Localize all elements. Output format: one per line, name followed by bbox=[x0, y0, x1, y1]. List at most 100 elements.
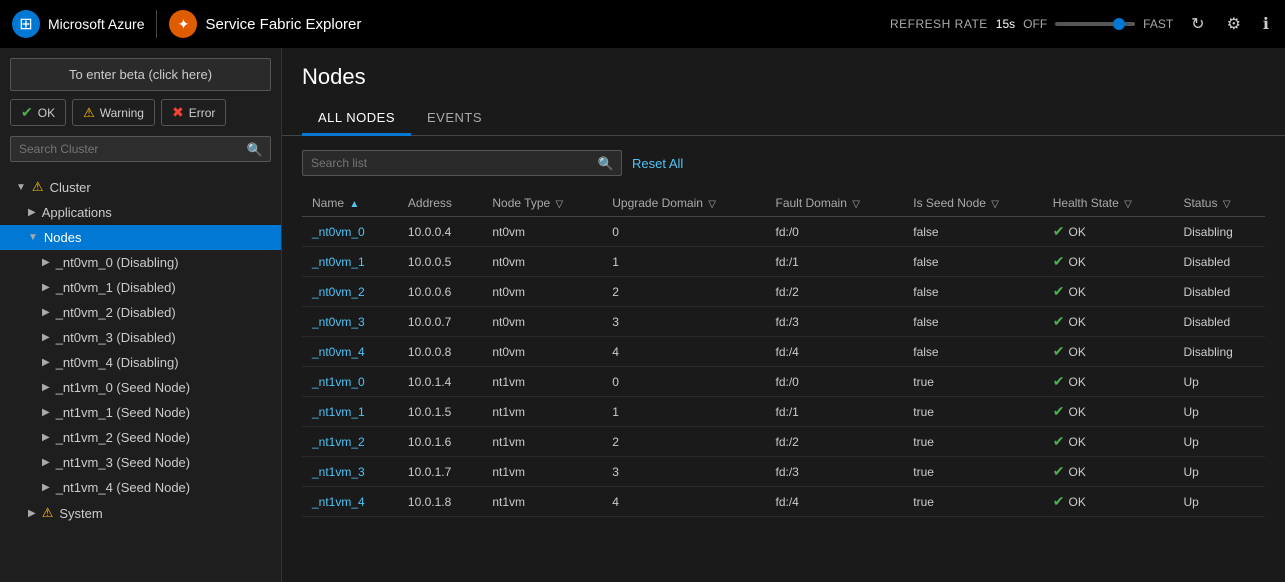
table-row: _nt0vm_2 10.0.0.6 nt0vm 2 fd:/2 false ✔O… bbox=[302, 277, 1265, 307]
sidebar-item-nt1vm3[interactable]: ▶ _nt1vm_3 (Seed Node) bbox=[0, 450, 281, 475]
cell-node-type: nt0vm bbox=[482, 307, 602, 337]
tab-events[interactable]: EVENTS bbox=[411, 102, 498, 136]
col-name[interactable]: Name ▲ bbox=[302, 190, 398, 217]
cell-name[interactable]: _nt0vm_3 bbox=[302, 307, 398, 337]
cell-node-type: nt0vm bbox=[482, 337, 602, 367]
cell-is-seed-node: true bbox=[903, 397, 1043, 427]
cell-name[interactable]: _nt1vm_0 bbox=[302, 367, 398, 397]
warning-icon: ⚠ bbox=[83, 105, 95, 121]
chevron-right-icon: ▶ bbox=[42, 382, 50, 393]
list-search-icon: 🔍 bbox=[598, 156, 614, 172]
col-health-state[interactable]: Health State ▽ bbox=[1043, 190, 1174, 217]
col-status[interactable]: Status ▽ bbox=[1173, 190, 1265, 217]
sidebar-item-system[interactable]: ▶ ⚠ System bbox=[0, 500, 281, 526]
col-fault-domain[interactable]: Fault Domain ▽ bbox=[766, 190, 904, 217]
chevron-right-icon: ▶ bbox=[42, 457, 50, 468]
col-is-seed-node[interactable]: Is Seed Node ▽ bbox=[903, 190, 1043, 217]
error-icon: ✖ bbox=[172, 104, 184, 121]
error-label: Error bbox=[189, 106, 216, 120]
cell-upgrade-domain: 0 bbox=[602, 367, 765, 397]
cell-status: Disabling bbox=[1173, 217, 1265, 247]
refresh-fast-label: FAST bbox=[1143, 17, 1173, 31]
gear-icon[interactable]: ⚙ bbox=[1223, 10, 1245, 38]
cell-name[interactable]: _nt1vm_4 bbox=[302, 487, 398, 517]
refresh-slider[interactable] bbox=[1055, 22, 1135, 26]
cell-health-state: ✔OK bbox=[1043, 367, 1174, 397]
search-input[interactable] bbox=[10, 136, 271, 162]
sidebar-item-nt0vm2[interactable]: ▶ _nt0vm_2 (Disabled) bbox=[0, 300, 281, 325]
sidebar-item-nt0vm0[interactable]: ▶ _nt0vm_0 (Disabling) bbox=[0, 250, 281, 275]
filter-icon: ▽ bbox=[1124, 199, 1132, 210]
table-body: _nt0vm_0 10.0.0.4 nt0vm 0 fd:/0 false ✔O… bbox=[302, 217, 1265, 517]
cell-name[interactable]: _nt0vm_0 bbox=[302, 217, 398, 247]
nt1vm0-label: _nt1vm_0 (Seed Node) bbox=[56, 380, 190, 395]
cell-name[interactable]: _nt0vm_1 bbox=[302, 247, 398, 277]
cell-name[interactable]: _nt1vm_3 bbox=[302, 457, 398, 487]
beta-banner[interactable]: To enter beta (click here) bbox=[10, 58, 271, 91]
chevron-down-icon: ▼ bbox=[28, 232, 38, 243]
cell-is-seed-node: false bbox=[903, 247, 1043, 277]
sidebar-item-nt0vm3[interactable]: ▶ _nt0vm_3 (Disabled) bbox=[0, 325, 281, 350]
chevron-down-icon: ▼ bbox=[16, 182, 26, 193]
cell-health-state: ✔OK bbox=[1043, 277, 1174, 307]
cell-name[interactable]: _nt0vm_2 bbox=[302, 277, 398, 307]
tab-all-nodes[interactable]: ALL NODES bbox=[302, 102, 411, 136]
cell-fault-domain: fd:/0 bbox=[766, 217, 904, 247]
cell-health-state: ✔OK bbox=[1043, 397, 1174, 427]
cell-fault-domain: fd:/3 bbox=[766, 457, 904, 487]
filter-icon: ▽ bbox=[991, 199, 999, 210]
sidebar-item-nt1vm1[interactable]: ▶ _nt1vm_1 (Seed Node) bbox=[0, 400, 281, 425]
cell-fault-domain: fd:/1 bbox=[766, 247, 904, 277]
sidebar-item-nt0vm4[interactable]: ▶ _nt0vm_4 (Disabling) bbox=[0, 350, 281, 375]
cell-node-type: nt1vm bbox=[482, 457, 602, 487]
sidebar-item-nodes[interactable]: ▼ Nodes bbox=[0, 225, 281, 250]
col-upgrade-domain[interactable]: Upgrade Domain ▽ bbox=[602, 190, 765, 217]
cell-health-state: ✔OK bbox=[1043, 337, 1174, 367]
nt0vm4-label: _nt0vm_4 (Disabling) bbox=[56, 355, 179, 370]
topbar: ⊞ Microsoft Azure ✦ Service Fabric Explo… bbox=[0, 0, 1285, 48]
filter-icon: ▽ bbox=[708, 199, 716, 210]
nodes-table: Name ▲ Address Node Type ▽ Upgrade Domai… bbox=[302, 190, 1265, 517]
system-warn-icon: ⚠ bbox=[42, 505, 54, 521]
cell-name[interactable]: _nt1vm_1 bbox=[302, 397, 398, 427]
list-search-input[interactable] bbox=[302, 150, 622, 176]
filter-icon: ▽ bbox=[852, 199, 860, 210]
table-row: _nt0vm_3 10.0.0.7 nt0vm 3 fd:/3 false ✔O… bbox=[302, 307, 1265, 337]
reset-all-button[interactable]: Reset All bbox=[632, 156, 683, 171]
cell-name[interactable]: _nt1vm_2 bbox=[302, 427, 398, 457]
sidebar: To enter beta (click here) ✔ OK ⚠ Warnin… bbox=[0, 48, 282, 582]
chevron-right-icon: ▶ bbox=[42, 257, 50, 268]
app-name-label: Service Fabric Explorer bbox=[205, 16, 361, 33]
cell-upgrade-domain: 3 bbox=[602, 307, 765, 337]
cell-upgrade-domain: 1 bbox=[602, 397, 765, 427]
cell-name[interactable]: _nt0vm_4 bbox=[302, 337, 398, 367]
refresh-icon[interactable]: ↻ bbox=[1187, 10, 1208, 38]
cell-upgrade-domain: 3 bbox=[602, 457, 765, 487]
refresh-rate-value: 15s bbox=[996, 17, 1015, 31]
cell-fault-domain: fd:/4 bbox=[766, 487, 904, 517]
cell-fault-domain: fd:/2 bbox=[766, 277, 904, 307]
sidebar-item-applications[interactable]: ▶ Applications bbox=[0, 200, 281, 225]
cluster-search: 🔍 bbox=[10, 136, 271, 162]
ok-filter-button[interactable]: ✔ OK bbox=[10, 99, 66, 126]
info-icon[interactable]: ℹ bbox=[1259, 10, 1273, 38]
sidebar-item-nt1vm2[interactable]: ▶ _nt1vm_2 (Seed Node) bbox=[0, 425, 281, 450]
cell-address: 10.0.1.6 bbox=[398, 427, 482, 457]
cell-is-seed-node: false bbox=[903, 337, 1043, 367]
sidebar-item-nt1vm4[interactable]: ▶ _nt1vm_4 (Seed Node) bbox=[0, 475, 281, 500]
list-search: 🔍 bbox=[302, 150, 622, 176]
cell-health-state: ✔OK bbox=[1043, 247, 1174, 277]
error-filter-button[interactable]: ✖ Error bbox=[161, 99, 226, 126]
chevron-right-icon: ▶ bbox=[42, 332, 50, 343]
sidebar-nodes-label: Nodes bbox=[44, 230, 82, 245]
sidebar-tree: ▼ ⚠ Cluster ▶ Applications ▼ Nodes ▶ _nt… bbox=[0, 170, 281, 582]
sidebar-item-cluster[interactable]: ▼ ⚠ Cluster bbox=[0, 174, 281, 200]
col-address[interactable]: Address bbox=[398, 190, 482, 217]
sidebar-item-nt0vm1[interactable]: ▶ _nt0vm_1 (Disabled) bbox=[0, 275, 281, 300]
tabs-row: ALL NODES EVENTS bbox=[282, 102, 1285, 136]
chevron-right-icon: ▶ bbox=[42, 432, 50, 443]
warning-filter-button[interactable]: ⚠ Warning bbox=[72, 99, 155, 126]
cell-is-seed-node: true bbox=[903, 487, 1043, 517]
sidebar-item-nt1vm0[interactable]: ▶ _nt1vm_0 (Seed Node) bbox=[0, 375, 281, 400]
col-node-type[interactable]: Node Type ▽ bbox=[482, 190, 602, 217]
